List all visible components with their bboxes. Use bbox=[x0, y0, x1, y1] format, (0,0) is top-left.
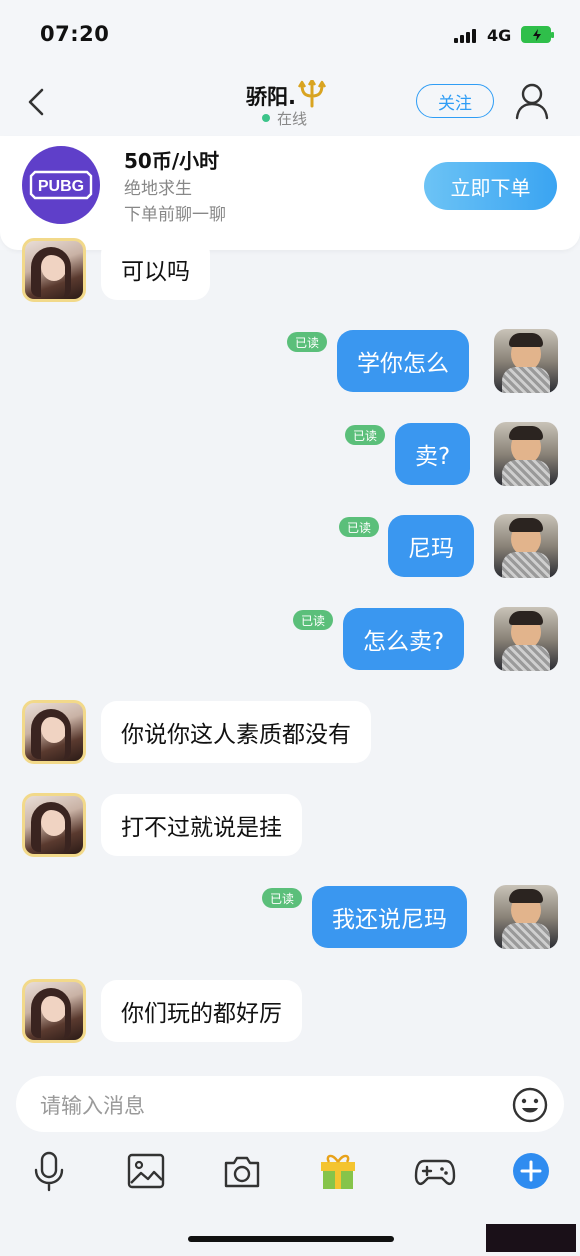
read-receipt: 已读 bbox=[287, 332, 328, 352]
message-bubble-outgoing: 卖? bbox=[395, 423, 471, 485]
message-bubble-incoming: 你说你这人素质都没有 bbox=[101, 701, 371, 763]
my-avatar[interactable] bbox=[494, 514, 558, 578]
image-icon[interactable] bbox=[126, 1150, 166, 1196]
message-bubble-incoming: 你们玩的都好厉 bbox=[101, 980, 302, 1042]
plus-icon[interactable] bbox=[510, 1150, 552, 1196]
peer-avatar[interactable] bbox=[22, 700, 86, 764]
message-bubble-outgoing: 怎么卖? bbox=[343, 608, 465, 670]
back-icon[interactable] bbox=[22, 86, 52, 118]
read-receipt: 已读 bbox=[339, 517, 380, 537]
follow-button[interactable]: 关注 bbox=[416, 84, 494, 118]
peer-avatar[interactable] bbox=[22, 793, 86, 857]
signal-icon bbox=[454, 29, 476, 43]
read-receipt: 已读 bbox=[293, 610, 334, 630]
peer-avatar[interactable] bbox=[22, 979, 86, 1043]
emoji-icon[interactable] bbox=[511, 1086, 549, 1128]
my-avatar[interactable] bbox=[494, 422, 558, 486]
message-bubble-incoming: 可以吗 bbox=[101, 238, 210, 300]
message-bubble-outgoing: 尼玛 bbox=[388, 515, 474, 577]
message-input-placeholder: 请输入消息 bbox=[40, 1094, 145, 1118]
order-price: 50币/小时 bbox=[124, 149, 220, 173]
microphone-icon[interactable] bbox=[30, 1150, 68, 1196]
gift-icon[interactable] bbox=[318, 1150, 358, 1196]
game-logo-text: PUBG bbox=[38, 178, 84, 195]
my-avatar[interactable] bbox=[494, 329, 558, 393]
my-avatar[interactable] bbox=[494, 885, 558, 949]
game-logo: PUBG bbox=[22, 146, 100, 224]
peer-name: 骄阳. bbox=[246, 85, 296, 109]
user-profile-icon[interactable] bbox=[514, 82, 550, 124]
message-bubble-incoming: 打不过就说是挂 bbox=[101, 794, 302, 856]
gamepad-icon[interactable] bbox=[414, 1150, 456, 1196]
order-game-name: 绝地求生 bbox=[124, 179, 192, 199]
network-type: 4G bbox=[487, 26, 512, 45]
home-indicator bbox=[188, 1236, 394, 1242]
peer-avatar[interactable] bbox=[22, 238, 86, 302]
my-avatar[interactable] bbox=[494, 607, 558, 671]
watermark-logo bbox=[486, 1224, 576, 1252]
message-bubble-outgoing: 学你怎么 bbox=[337, 330, 469, 392]
read-receipt: 已读 bbox=[262, 888, 303, 908]
online-dot bbox=[262, 114, 270, 122]
status-time: 07:20 bbox=[40, 22, 110, 46]
message-bubble-outgoing: 我还说尼玛 bbox=[312, 886, 467, 948]
battery-icon bbox=[521, 26, 554, 43]
order-hint: 下单前聊一聊 bbox=[124, 205, 226, 225]
place-order-button[interactable]: 立即下单 bbox=[424, 162, 557, 210]
read-receipt: 已读 bbox=[345, 425, 386, 445]
online-status: 在线 bbox=[277, 110, 308, 128]
camera-icon[interactable] bbox=[222, 1150, 262, 1196]
